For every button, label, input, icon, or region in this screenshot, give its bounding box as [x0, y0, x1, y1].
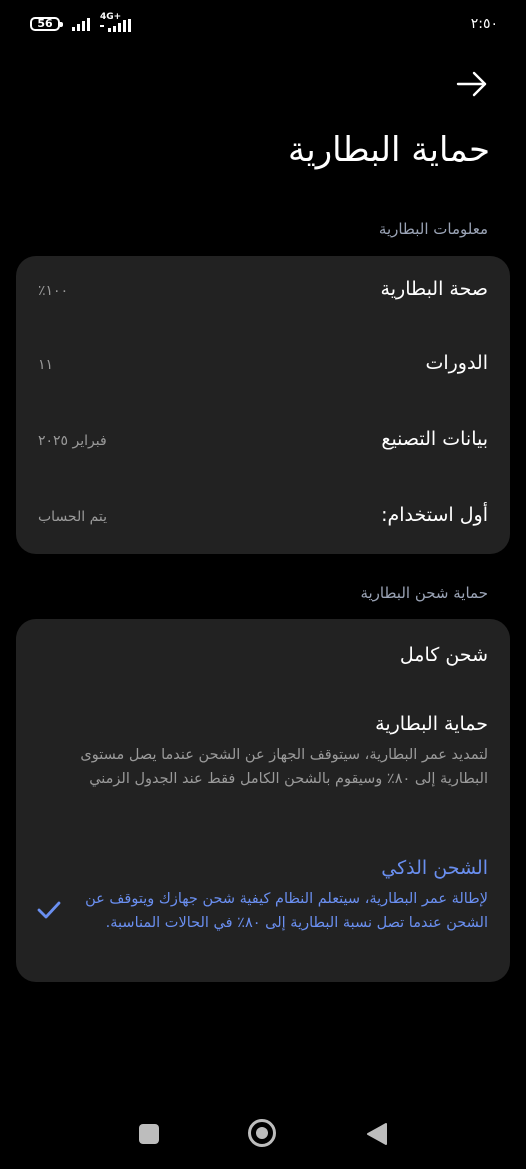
info-row-manufacture-date: بيانات التصنيع فبراير ٢٠٢٥ [16, 428, 510, 478]
status-bar: 56 4G+ ٢:٥٠ [0, 0, 526, 52]
back-button[interactable] [452, 66, 492, 102]
navigation-bar [0, 1100, 526, 1169]
option-battery-protection[interactable]: حماية البطارية لتمديد عمر البطارية، سيتو… [16, 705, 510, 825]
signal-strength-icon [72, 18, 90, 31]
status-clock: ٢:٥٠ [470, 16, 498, 32]
info-row-battery-health: صحة البطارية ١٠٠٪ [16, 278, 510, 328]
section-header-battery-info: معلومات البطارية [378, 220, 488, 238]
info-value: ١٠٠٪ [38, 283, 69, 299]
info-value: ١١ [38, 357, 54, 373]
info-row-first-use: أول استخدام: يتم الحساب [16, 504, 510, 554]
option-description: لتمديد عمر البطارية، سيتوقف الجهاز عن ال… [80, 747, 488, 787]
battery-info-card: صحة البطارية ١٠٠٪ الدورات ١١ بيانات التص… [16, 256, 510, 554]
arrow-right-icon [456, 71, 487, 97]
signal-strength-icon-2 [100, 19, 131, 32]
option-smart-charging[interactable]: الشحن الذكي لإطالة عمر البطارية، سيتعلم … [16, 849, 510, 969]
info-value: يتم الحساب [38, 509, 108, 525]
option-description: لإطالة عمر البطارية، سيتعلم النظام كيفية… [85, 891, 488, 931]
info-row-cycles: الدورات ١١ [16, 352, 510, 402]
battery-level: 56 [37, 17, 53, 30]
page-title: حماية البطارية [288, 130, 490, 170]
info-label: أول استخدام: [381, 504, 488, 526]
battery-icon: 56 [30, 17, 63, 31]
info-label: بيانات التصنيع [381, 428, 488, 450]
option-full-charge[interactable]: شحن كامل [16, 631, 510, 691]
section-header-charging-protection: حماية شحن البطارية [360, 584, 488, 602]
info-label: الدورات [425, 352, 488, 374]
triangle-back-icon[interactable] [366, 1122, 388, 1146]
charging-options-card: شحن كامل حماية البطارية لتمديد عمر البطا… [16, 619, 510, 982]
option-title: حماية البطارية [375, 713, 488, 735]
battery-protection-screen: 56 4G+ ٢:٥٠ حماية البطارية معلومات البطا… [0, 0, 526, 1169]
square-icon[interactable] [139, 1124, 159, 1144]
checkmark-icon [37, 901, 61, 919]
option-title: الشحن الذكي [381, 857, 488, 879]
info-label: صحة البطارية [380, 278, 488, 300]
option-title: شحن كامل [399, 644, 488, 666]
info-value: فبراير ٢٠٢٥ [38, 433, 107, 449]
circle-icon[interactable] [248, 1119, 276, 1147]
